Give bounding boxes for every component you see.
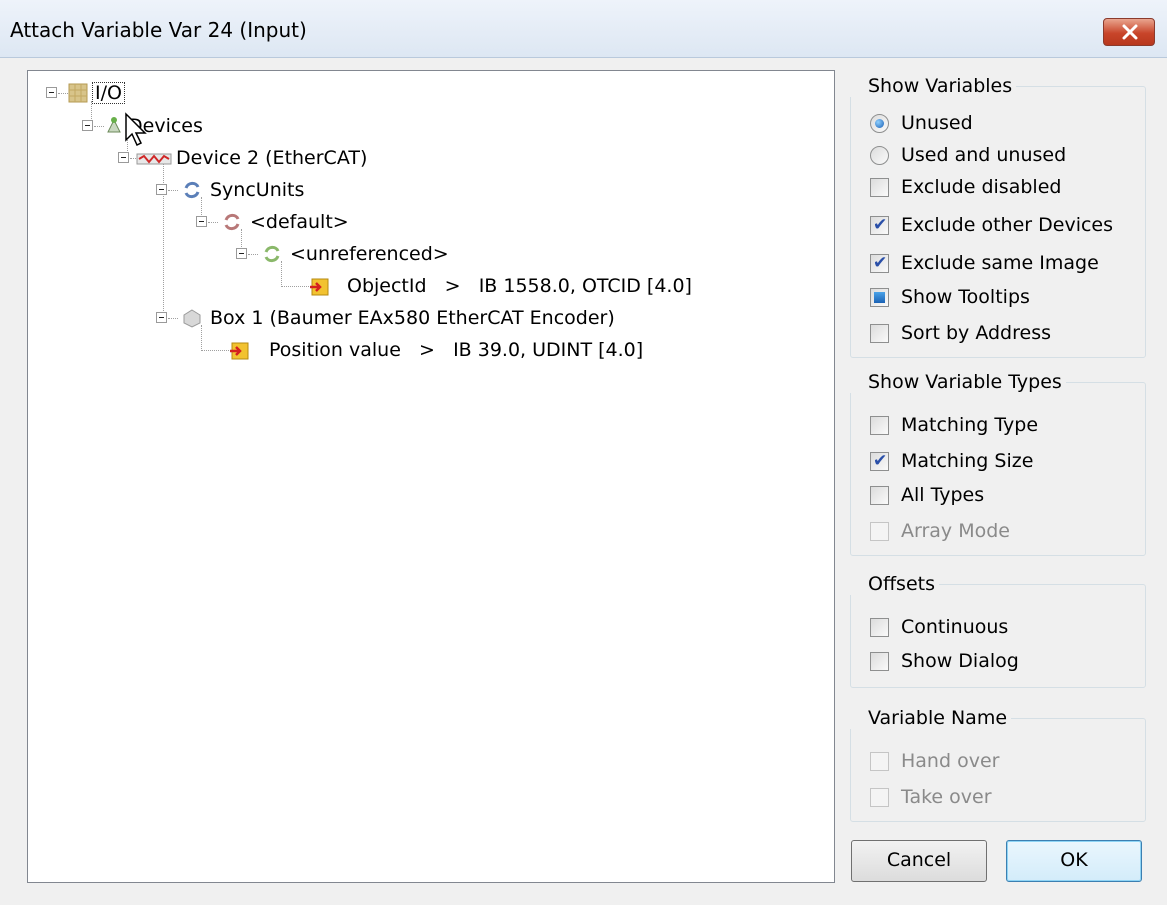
input-variable-icon — [230, 342, 249, 360]
tree-label: <unreferenced> — [290, 243, 449, 265]
collapse-toggle[interactable] — [196, 216, 207, 227]
tree-node-device2[interactable]: Device 2 (EtherCAT) — [118, 145, 418, 171]
sync-default-icon — [224, 213, 240, 231]
variable-name-title: Variable Name — [850, 707, 1012, 729]
variable-tree[interactable]: I/O Devices Device 2 (EtherCAT) SyncUnit… — [27, 70, 835, 883]
close-icon — [1122, 24, 1138, 40]
tree-node-default[interactable]: <default> — [196, 209, 396, 235]
ok-button[interactable]: OK — [1006, 840, 1142, 882]
show-variable-types-title: Show Variable Types — [850, 371, 1066, 393]
ethercat-icon — [136, 153, 172, 165]
input-variable-icon — [310, 278, 329, 296]
collapse-toggle[interactable] — [156, 312, 167, 323]
tree-label: ObjectId > IB 1558.0, OTCID [4.0] — [347, 275, 692, 297]
io-icon — [68, 83, 88, 103]
close-button[interactable] — [1103, 18, 1155, 46]
window-title: Attach Variable Var 24 (Input) — [10, 18, 307, 42]
tree-label: Position value > IB 39.0, UDINT [4.0] — [269, 339, 644, 361]
collapse-toggle[interactable] — [236, 248, 247, 259]
tree-label: I/O — [92, 82, 125, 104]
tree-node-box1[interactable]: Box 1 (Baumer EAx580 EtherCAT Encoder) — [156, 305, 676, 331]
tree-node-position[interactable]: Position value > IB 39.0, UDINT [4.0] — [201, 337, 681, 363]
tree-label: Box 1 (Baumer EAx580 EtherCAT Encoder) — [210, 307, 615, 329]
tree-node-unreferenced[interactable]: <unreferenced> — [236, 241, 476, 267]
tree-node-devices[interactable]: Devices — [82, 113, 242, 139]
collapse-toggle[interactable] — [46, 87, 57, 98]
collapse-toggle[interactable] — [156, 184, 167, 195]
box-icon — [183, 309, 201, 328]
tree-label: <default> — [250, 211, 349, 233]
collapse-toggle[interactable] — [82, 120, 93, 131]
tree-node-objectid[interactable]: ObjectId > IB 1558.0, OTCID [4.0] — [281, 273, 741, 299]
tree-node-syncunits[interactable]: SyncUnits — [156, 177, 356, 203]
sync-unreferenced-icon — [264, 245, 280, 263]
sync-icon — [184, 181, 200, 199]
tree-node-io[interactable]: I/O — [46, 80, 186, 106]
devices-icon — [107, 117, 121, 133]
title-bar: Attach Variable Var 24 (Input) — [0, 0, 1167, 58]
show-variables-title: Show Variables — [850, 75, 1017, 97]
tree-label: SyncUnits — [210, 179, 305, 201]
collapse-toggle[interactable] — [118, 152, 129, 163]
tree-label: Device 2 (EtherCAT) — [176, 147, 368, 169]
cancel-button[interactable]: Cancel — [851, 840, 987, 882]
offsets-title: Offsets — [850, 573, 939, 595]
mouse-cursor-icon — [125, 112, 147, 147]
